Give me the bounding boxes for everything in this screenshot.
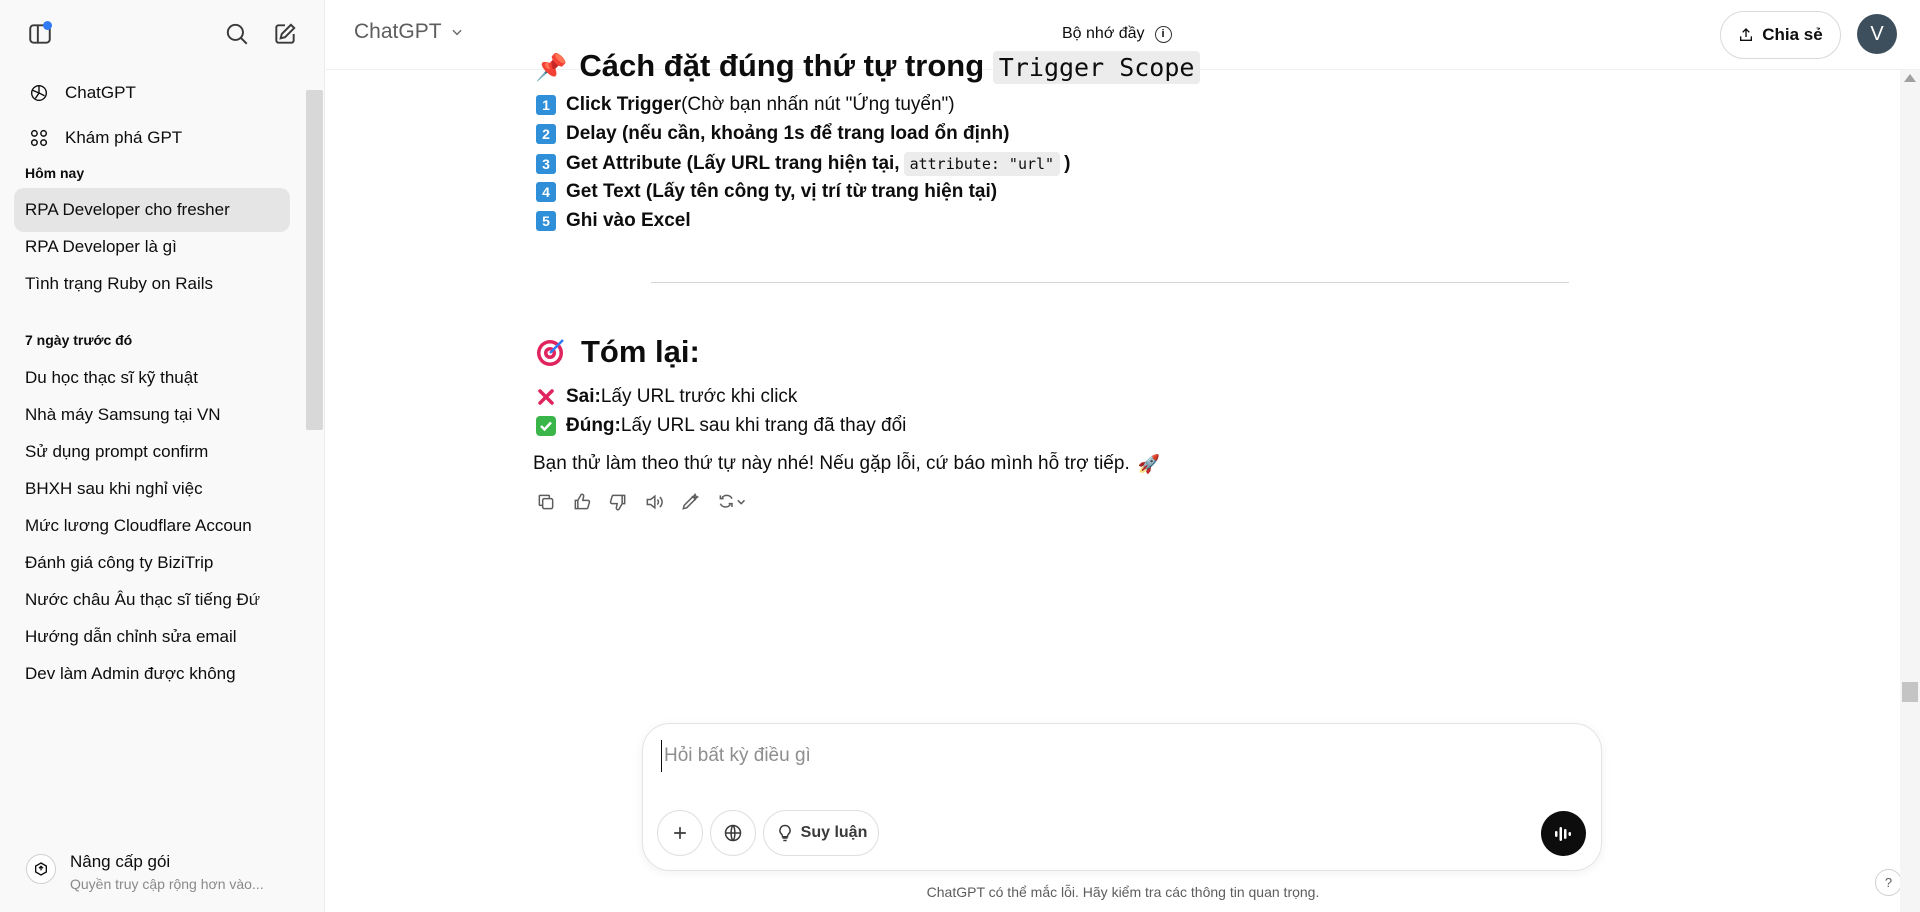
- main-scrollbar[interactable]: [1900, 70, 1920, 912]
- upgrade-subtitle: Quyền truy cập rộng hơn vào...: [70, 876, 264, 892]
- section-heading-today: Hôm nay: [25, 165, 85, 181]
- upgrade-icon: [26, 854, 56, 884]
- sidebar-item-label: Khám phá GPT: [65, 128, 183, 147]
- disclaimer: ChatGPT có thể mắc lỗi. Hãy kiểm tra các…: [926, 884, 1320, 900]
- reasoning-button[interactable]: Suy luận: [763, 810, 879, 856]
- sidebar-scrollbar[interactable]: [306, 90, 323, 430]
- sidebar-item-explore-gpt[interactable]: Khám phá GPT: [14, 117, 290, 159]
- scroll-thumb[interactable]: [1902, 682, 1918, 702]
- thumbs-up-icon[interactable]: [570, 490, 594, 514]
- read-aloud-icon[interactable]: [642, 490, 666, 514]
- add-attachment-button[interactable]: [657, 810, 703, 856]
- chat-item[interactable]: Tình trạng Ruby on Rails: [14, 262, 290, 306]
- thumbs-down-icon[interactable]: [606, 490, 630, 514]
- sidebar-top-bar: [0, 0, 325, 70]
- share-icon: [1740, 28, 1753, 41]
- check-icon: [536, 416, 556, 436]
- chevron-down-icon: [451, 29, 462, 36]
- summary-heading: Tóm lại:: [535, 334, 700, 370]
- scroll-up-icon[interactable]: [1904, 74, 1916, 82]
- sidebar-toggle-icon[interactable]: [22, 16, 58, 52]
- right-item: Đúng: Lấy URL sau khi trang đã thay đổi: [536, 415, 906, 437]
- upgrade-plan-button[interactable]: Nâng cấp gói Quyền truy cập rộng hơn vào…: [14, 840, 310, 900]
- web-search-button[interactable]: [710, 810, 756, 856]
- plus-icon: [674, 827, 686, 839]
- prompt-input[interactable]: [661, 740, 1541, 772]
- rocket-icon: 🚀: [1137, 453, 1161, 474]
- model-selector[interactable]: ChatGPT: [354, 20, 464, 44]
- step-item: 4 Get Text (Lấy tên công ty, vị trí từ t…: [536, 181, 997, 203]
- model-name: ChatGPT: [354, 20, 442, 43]
- voice-waveform-icon: [1554, 826, 1571, 841]
- avatar[interactable]: V: [1857, 14, 1897, 54]
- voice-mode-button[interactable]: [1541, 811, 1586, 856]
- search-icon[interactable]: [219, 16, 255, 52]
- step-item: 5 Ghi vào Excel: [536, 210, 691, 232]
- openai-logo-icon: [27, 81, 51, 105]
- chat-item[interactable]: Dev làm Admin được không: [14, 652, 290, 696]
- sidebar-footer: Nâng cấp gói Quyền truy cập rộng hơn vào…: [0, 834, 325, 912]
- regenerate-icon[interactable]: [714, 490, 750, 514]
- notification-dot: [43, 21, 52, 30]
- partial-heading: 📌 Cách đặt đúng thứ tự trong Trigger Scop…: [535, 48, 1201, 84]
- closing-paragraph: Bạn thử làm theo thứ tự này nhé! Nếu gặp…: [533, 453, 1161, 474]
- lightbulb-icon: [778, 824, 791, 842]
- step-item: 2 Delay (nếu cần, khoảng 1s để trang loa…: [536, 123, 1009, 145]
- edit-icon[interactable]: [678, 490, 702, 514]
- memory-status: Bộ nhớ đầy i: [1062, 25, 1172, 43]
- step-item: 1 Click Trigger (Chờ bạn nhấn nút "Ứng t…: [536, 94, 955, 116]
- sidebar-item-label: ChatGPT: [65, 83, 136, 102]
- share-button[interactable]: Chia sẻ: [1720, 11, 1841, 59]
- section-heading-last-7-days: 7 ngày trước đó: [25, 332, 133, 348]
- sidebar: ChatGPT Khám phá GPT Hôm nay RPA Develop…: [0, 0, 325, 912]
- step-item: 3 Get Attribute (Lấy URL trang hiện tại,…: [536, 152, 1070, 176]
- wrong-item: Sai: Lấy URL trước khi click: [536, 386, 797, 408]
- divider: [651, 282, 1569, 283]
- info-icon[interactable]: i: [1154, 25, 1172, 43]
- globe-icon: [724, 824, 742, 842]
- composer: Suy luận: [642, 723, 1602, 871]
- help-button[interactable]: ?: [1875, 869, 1902, 896]
- upgrade-title: Nâng cấp gói: [70, 852, 171, 871]
- grid-icon: [27, 126, 51, 150]
- copy-icon[interactable]: [534, 490, 558, 514]
- sidebar-scroll-area[interactable]: ChatGPT Khám phá GPT Hôm nay RPA Develop…: [0, 72, 325, 820]
- target-icon: [537, 339, 564, 366]
- sidebar-item-chatgpt[interactable]: ChatGPT: [14, 72, 290, 114]
- message-actions: [534, 490, 762, 514]
- new-chat-icon[interactable]: [267, 16, 303, 52]
- pushpin-icon: 📌: [535, 52, 568, 82]
- cross-icon: [536, 387, 556, 407]
